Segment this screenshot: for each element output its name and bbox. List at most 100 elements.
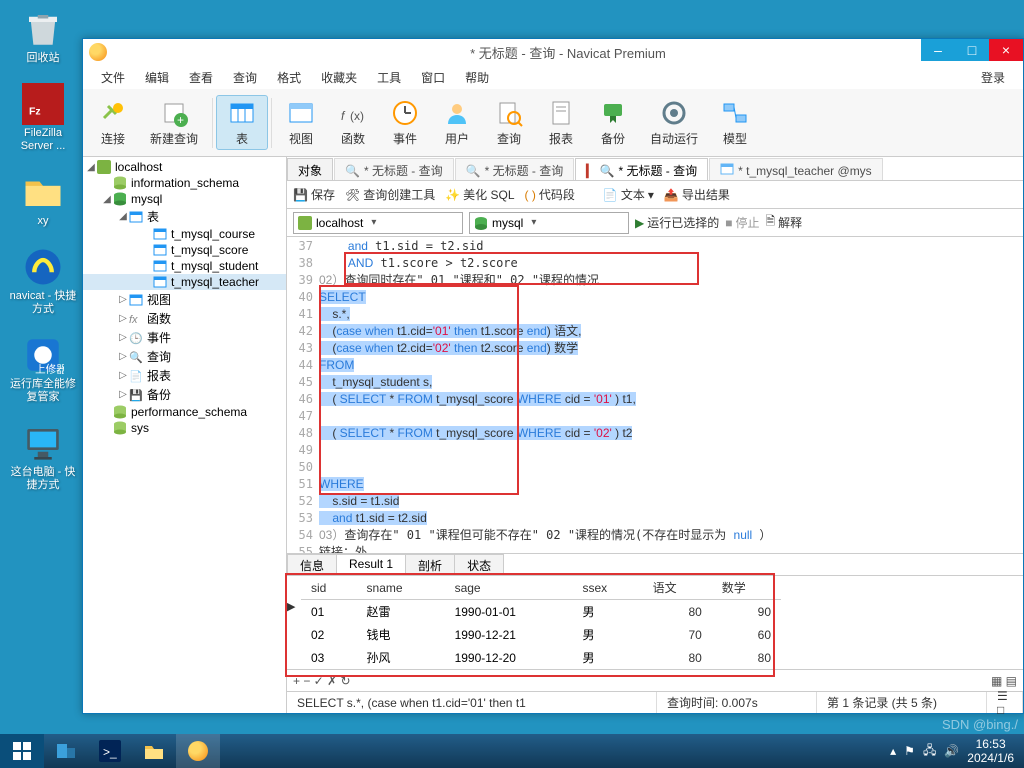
save-button[interactable]: 💾 保存: [293, 186, 335, 203]
menu-view[interactable]: 查看: [179, 66, 223, 89]
grid-nav[interactable]: + − ✓ ✗ ↻ ▦ ▤: [287, 669, 1023, 691]
tree-node[interactable]: t_mysql_teacher: [83, 274, 286, 290]
table-row[interactable]: 03孙风1990-12-20男8080: [301, 646, 781, 669]
tray-sound-icon[interactable]: 🔊: [944, 744, 959, 758]
minimize-button[interactable]: –: [921, 39, 955, 61]
desktop-icon-repair[interactable]: 上修器 运行库全能修复管家: [8, 334, 78, 404]
tree-node[interactable]: ▷视图: [83, 290, 286, 309]
ribbon-clock[interactable]: 事件: [379, 95, 431, 150]
tree-node[interactable]: t_mysql_student: [83, 258, 286, 274]
col-header[interactable]: sage: [445, 576, 573, 600]
menu-query[interactable]: 查询: [223, 66, 267, 89]
tray-clock[interactable]: 16:53 2024/1/6: [967, 737, 1014, 765]
taskbar-explorer[interactable]: [132, 734, 176, 768]
export-button[interactable]: 📤 导出结果: [664, 186, 730, 203]
stop-button[interactable]: ■ 停止: [725, 214, 759, 231]
tray-network-icon[interactable]: 🖧: [923, 741, 936, 762]
twisty-icon[interactable]: ▷: [117, 351, 129, 362]
tree-node[interactable]: ◢mysql: [83, 191, 286, 207]
close-button[interactable]: ×: [989, 39, 1023, 61]
code-area[interactable]: and t1.sid = t2.sid AND t1.score > t2.sc…: [319, 237, 1023, 553]
ribbon-table[interactable]: 表: [216, 95, 268, 150]
desktop-icon-recycle[interactable]: 回收站: [8, 8, 78, 65]
grid-nav-buttons[interactable]: + − ✓ ✗ ↻: [293, 674, 351, 688]
ribbon-report[interactable]: 报表: [535, 95, 587, 150]
database-combo[interactable]: mysql▾: [469, 212, 629, 234]
ribbon-user[interactable]: 用户: [431, 95, 483, 150]
beautify-button[interactable]: ✨ 美化 SQL: [445, 186, 514, 203]
ribbon-plug[interactable]: 连接: [87, 95, 139, 150]
tree-node[interactable]: performance_schema: [83, 404, 286, 420]
twisty-icon[interactable]: ▷: [117, 389, 129, 400]
connection-combo[interactable]: localhost▾: [293, 212, 463, 234]
menu-tools[interactable]: 工具: [367, 66, 411, 89]
desktop-icon-navicat[interactable]: navicat - 快捷方式: [8, 246, 78, 316]
status-corner[interactable]: ☰ □: [987, 692, 1023, 713]
taskbar[interactable]: >_ ▴ ⚑ 🖧 🔊 16:53 2024/1/6: [0, 734, 1024, 768]
ribbon-new[interactable]: +新建查询: [139, 95, 209, 150]
editor-tab[interactable]: ▎🔍* 无标题 - 查询: [575, 158, 708, 180]
twisty-icon[interactable]: ▷: [117, 370, 129, 381]
twisty-icon[interactable]: ▷: [117, 294, 129, 305]
col-header[interactable]: ssex: [572, 576, 642, 600]
tree-node[interactable]: ▷🔍查询: [83, 347, 286, 366]
twisty-icon[interactable]: ◢: [117, 211, 129, 222]
editor-tab[interactable]: 🔍* 无标题 - 查询: [455, 158, 575, 180]
taskbar-navicat[interactable]: [176, 734, 220, 768]
menu-file[interactable]: 文件: [91, 66, 135, 89]
run-button[interactable]: ▶ 运行已选择的: [635, 214, 719, 231]
tree-node[interactable]: t_mysql_course: [83, 226, 286, 242]
start-button[interactable]: [0, 734, 44, 768]
editor-tab[interactable]: 🔍* 无标题 - 查询: [334, 158, 454, 180]
editor-tab[interactable]: * t_mysql_teacher @mys: [709, 158, 883, 180]
desktop-icon-pc[interactable]: 这台电脑 - 快捷方式: [8, 422, 78, 492]
menu-edit[interactable]: 编辑: [135, 66, 179, 89]
menu-help[interactable]: 帮助: [455, 66, 499, 89]
tree-node[interactable]: information_schema: [83, 175, 286, 191]
col-header[interactable]: sname: [357, 576, 445, 600]
connection-tree[interactable]: ◢localhostinformation_schema◢mysql◢表t_my…: [83, 157, 287, 713]
result-tab[interactable]: 剖析: [405, 554, 455, 575]
result-tab[interactable]: 状态: [454, 554, 504, 575]
result-tab[interactable]: 信息: [287, 554, 337, 575]
desktop-icon-folder[interactable]: xy: [8, 171, 78, 228]
ribbon-auto[interactable]: 自动运行: [639, 95, 709, 150]
twisty-icon[interactable]: ▷: [117, 332, 129, 343]
col-header[interactable]: 语文: [643, 576, 712, 600]
taskbar-powershell[interactable]: >_: [88, 734, 132, 768]
table-row[interactable]: 01赵雷1990-01-01男8090: [301, 600, 781, 624]
explain-button[interactable]: 🗎 解释: [766, 212, 803, 233]
ribbon-query[interactable]: 查询: [483, 95, 535, 150]
twisty-icon[interactable]: ▷: [117, 313, 129, 324]
ribbon-view[interactable]: 视图: [275, 95, 327, 150]
snippet-button[interactable]: ( ) 代码段: [525, 186, 575, 203]
tree-node[interactable]: ◢localhost: [83, 159, 286, 175]
menu-login[interactable]: 登录: [971, 66, 1015, 89]
twisty-icon[interactable]: ◢: [101, 194, 113, 205]
tray-caret-icon[interactable]: ▴: [890, 744, 896, 758]
ribbon-fx[interactable]: f(x)函数: [327, 95, 379, 150]
tray-flag-icon[interactable]: ⚑: [904, 744, 915, 758]
ribbon-model[interactable]: 模型: [709, 95, 761, 150]
tree-node[interactable]: ▷📄报表: [83, 366, 286, 385]
menu-window[interactable]: 窗口: [411, 66, 455, 89]
result-grid[interactable]: ▶ sidsnamesagessex语文数学01赵雷1990-01-01男809…: [287, 576, 1023, 669]
twisty-icon[interactable]: ◢: [85, 162, 97, 173]
table-row[interactable]: 02钱电1990-12-21男7060: [301, 623, 781, 646]
titlebar[interactable]: * 无标题 - 查询 - Navicat Premium – □ ×: [83, 39, 1023, 65]
taskbar-server[interactable]: [44, 734, 88, 768]
result-tab[interactable]: Result 1: [336, 554, 406, 575]
system-tray[interactable]: ▴ ⚑ 🖧 🔊 16:53 2024/1/6: [880, 737, 1024, 765]
querybuilder-button[interactable]: 🛠 查询创建工具: [345, 186, 435, 203]
desktop-icon-filezilla[interactable]: Fz FileZilla Server ...: [8, 83, 78, 153]
menu-fav[interactable]: 收藏夹: [311, 66, 367, 89]
tree-node[interactable]: ◢表: [83, 207, 286, 226]
maximize-button[interactable]: □: [955, 39, 989, 61]
tree-node[interactable]: t_mysql_score: [83, 242, 286, 258]
tree-node[interactable]: sys: [83, 420, 286, 436]
tree-node[interactable]: ▷fx函数: [83, 309, 286, 328]
grid-view-icons[interactable]: ▦ ▤: [991, 674, 1017, 688]
text-button[interactable]: 📄 文本 ▾: [603, 186, 654, 203]
editor-tab[interactable]: 对象: [287, 158, 333, 180]
menu-format[interactable]: 格式: [267, 66, 311, 89]
